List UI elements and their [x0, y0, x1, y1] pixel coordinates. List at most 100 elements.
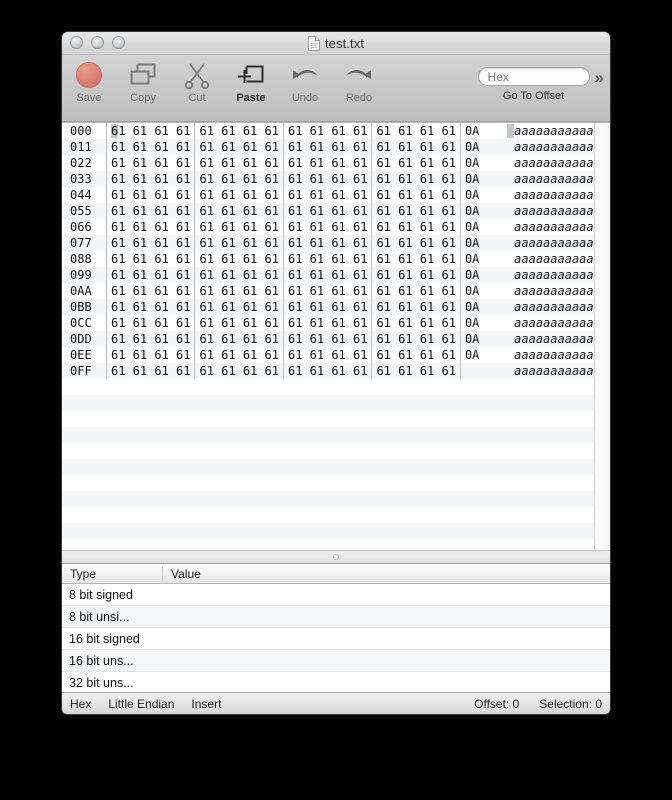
hex-row-tail-byte[interactable]: 0A — [459, 187, 489, 203]
hex-row-ascii[interactable]: aaaaaaaaaaaaaaaa. — [489, 299, 594, 315]
hex-byte-group[interactable]: 61 61 61 61 — [194, 155, 282, 171]
hex-byte-group[interactable]: 61 61 61 61 — [371, 203, 459, 219]
hex-byte-group[interactable]: 61 61 61 61 — [371, 347, 459, 363]
hex-byte-group[interactable]: 61 61 61 61 — [371, 251, 459, 267]
minimize-button[interactable] — [91, 36, 104, 49]
hex-row[interactable]: 0DD 61 61 61 61 61 61 61 61 61 61 61 61 61 6… — [62, 331, 594, 347]
hex-row-ascii[interactable]: aaaaaaaaaaaaaaaa — [489, 363, 594, 379]
hex-byte-group[interactable]: 61 61 61 61 — [282, 155, 371, 171]
hex-byte-group[interactable]: 61 61 61 61 — [194, 251, 282, 267]
hex-row-tail-byte[interactable]: 0A — [459, 315, 489, 331]
hex-row-ascii[interactable]: aaaaaaaaaaaaaaaa. — [489, 283, 594, 299]
hex-byte-group[interactable]: 61 61 61 61 — [371, 299, 459, 315]
hex-row[interactable]: 011 61 61 61 61 61 61 61 61 61 61 61 61 61 6… — [62, 139, 594, 155]
hex-row-ascii[interactable]: aaaaaaaaaaaaaaaa. — [489, 219, 594, 235]
hex-byte-group[interactable]: 61 61 61 61 — [194, 123, 282, 139]
hex-row-tail-byte[interactable]: 0A — [459, 171, 489, 187]
hex-byte-group[interactable]: 61 61 61 61 — [371, 283, 459, 299]
hex-byte-group[interactable]: 61 61 61 61 — [194, 267, 282, 283]
hex-byte-group[interactable]: 61 61 61 61 — [371, 331, 459, 347]
hex-byte-group[interactable]: 61 61 61 61 — [194, 331, 282, 347]
status-mode[interactable]: Hex — [70, 697, 91, 711]
hex-byte-group[interactable]: 61 61 61 61 — [371, 315, 459, 331]
hex-byte-group[interactable]: 61 61 61 61 — [282, 203, 371, 219]
close-button[interactable] — [70, 36, 83, 49]
hex-row[interactable]: 0AA 61 61 61 61 61 61 61 61 61 61 61 61 61 6… — [62, 283, 594, 299]
hex-byte-group[interactable]: 61 61 61 61 — [106, 171, 194, 187]
inspector-row[interactable]: 16 bit uns... — [62, 650, 610, 672]
hex-byte-group[interactable]: 61 61 61 61 — [371, 235, 459, 251]
pane-splitter[interactable] — [62, 550, 610, 564]
inspector-column-value[interactable]: Value — [163, 567, 610, 581]
hex-byte-group[interactable]: 61 61 61 61 — [371, 123, 459, 139]
inspector-row[interactable]: 8 bit unsi... — [62, 606, 610, 628]
hex-byte-group[interactable]: 61 61 61 61 — [282, 187, 371, 203]
hex-byte-group[interactable]: 61 61 61 61 — [106, 315, 194, 331]
hex-byte-group[interactable]: 61 61 61 61 — [194, 171, 282, 187]
paste-button[interactable]: Paste — [224, 57, 278, 104]
hex-byte-group[interactable]: 61 61 61 61 — [371, 187, 459, 203]
hex-row-tail-byte[interactable]: 0A — [459, 283, 489, 299]
hex-row-tail-byte[interactable]: 0A — [459, 235, 489, 251]
hex-row-tail-byte[interactable]: 0A — [459, 203, 489, 219]
hex-byte-group[interactable]: 61 61 61 61 — [371, 363, 459, 379]
hex-row-tail-byte[interactable]: 0A — [459, 331, 489, 347]
hex-byte-group[interactable]: 61 61 61 61 — [282, 363, 371, 379]
hex-byte-group[interactable]: 61 61 61 61 — [106, 347, 194, 363]
hex-row-tail-byte[interactable]: 0A — [459, 219, 489, 235]
hex-row-ascii[interactable]: aaaaaaaaaaaaaaaa. — [489, 315, 594, 331]
hex-byte-group[interactable]: 61 61 61 61 — [106, 187, 194, 203]
hex-row-ascii[interactable]: aaaaaaaaaaaaaaaa. — [489, 203, 594, 219]
hex-row[interactable]: 0BB 61 61 61 61 61 61 61 61 61 61 61 61 61 6… — [62, 299, 594, 315]
hex-row-ascii[interactable]: aaaaaaaaaaaaaaaa. — [489, 251, 594, 267]
hex-byte-group[interactable]: 61 61 61 61 — [371, 267, 459, 283]
hex-row-ascii[interactable]: aaaaaaaaaaaaaaaa. — [489, 123, 594, 139]
hex-byte-group[interactable]: 61 61 61 61 — [194, 363, 282, 379]
hex-row-ascii[interactable]: aaaaaaaaaaaaaaaa. — [489, 139, 594, 155]
hex-row-tail-byte[interactable]: 0A — [459, 299, 489, 315]
hex-row-ascii[interactable]: aaaaaaaaaaaaaaaa. — [489, 187, 594, 203]
hex-row[interactable]: 044 61 61 61 61 61 61 61 61 61 61 61 61 61 6… — [62, 187, 594, 203]
hex-row[interactable]: 066 61 61 61 61 61 61 61 61 61 61 61 61 61 6… — [62, 219, 594, 235]
hex-row[interactable]: 077 61 61 61 61 61 61 61 61 61 61 61 61 61 6… — [62, 235, 594, 251]
hex-byte-group[interactable]: 61 61 61 61 — [194, 139, 282, 155]
hex-row-tail-byte[interactable]: 0A — [459, 251, 489, 267]
hex-byte-group[interactable]: 61 61 61 61 — [194, 203, 282, 219]
hex-row-ascii[interactable]: aaaaaaaaaaaaaaaa. — [489, 171, 594, 187]
hex-row-tail-byte[interactable]: 0A — [459, 139, 489, 155]
hex-byte-group[interactable]: 61 61 61 61 — [282, 347, 371, 363]
hex-byte-group[interactable]: 61 61 61 61 — [194, 283, 282, 299]
hex-row[interactable]: 0CC 61 61 61 61 61 61 61 61 61 61 61 61 61 6… — [62, 315, 594, 331]
hex-byte-group[interactable]: 61 61 61 61 — [371, 139, 459, 155]
hex-byte-group[interactable]: 61 61 61 61 — [106, 139, 194, 155]
inspector-row[interactable]: 16 bit signed — [62, 628, 610, 650]
zoom-button[interactable] — [112, 36, 125, 49]
hex-byte-group[interactable]: 61 61 61 61 — [282, 251, 371, 267]
hex-byte-group[interactable]: 61 61 61 61 — [106, 363, 194, 379]
hex-byte-group[interactable]: 61 61 61 61 — [282, 331, 371, 347]
hex-row[interactable]: 022 61 61 61 61 61 61 61 61 61 61 61 61 61 6… — [62, 155, 594, 171]
status-endianness[interactable]: Little Endian — [108, 697, 174, 711]
hex-row-ascii[interactable]: aaaaaaaaaaaaaaaa. — [489, 347, 594, 363]
hex-row-tail-byte[interactable]: 0A — [459, 267, 489, 283]
hex-byte-group[interactable]: 61 61 61 61 — [282, 315, 371, 331]
hex-byte-group[interactable]: 61 61 61 61 — [371, 219, 459, 235]
hex-byte-group[interactable]: 61 61 61 61 — [106, 155, 194, 171]
hex-row-ascii[interactable]: aaaaaaaaaaaaaaaa. — [489, 235, 594, 251]
hex-byte-group[interactable]: 61 61 61 61 — [282, 267, 371, 283]
hex-byte-group[interactable]: 61 61 61 61 — [106, 251, 194, 267]
hex-byte-group[interactable]: 61 61 61 61 — [282, 123, 371, 139]
hex-row[interactable]: 0FF 61 61 61 61 61 61 61 61 61 61 61 61 61 6… — [62, 363, 594, 379]
hex-byte-group[interactable]: 61 61 61 61 — [194, 235, 282, 251]
hex-rows-container[interactable]: 000 61 61 61 61 61 61 61 61 61 61 61 61 61 6… — [62, 123, 594, 550]
hex-row[interactable]: 000 61 61 61 61 61 61 61 61 61 61 61 61 61 6… — [62, 123, 594, 139]
inspector-column-type[interactable]: Type — [62, 566, 163, 581]
hex-byte-group[interactable]: 61 61 61 61 — [106, 203, 194, 219]
goto-offset-input[interactable] — [477, 67, 590, 86]
toolbar-overflow-icon[interactable]: » — [595, 69, 604, 86]
hex-byte-group[interactable]: 61 61 61 61 — [282, 299, 371, 315]
redo-button[interactable]: Redo — [332, 57, 386, 104]
hex-byte-group[interactable]: 61 61 61 61 — [194, 315, 282, 331]
hex-row-ascii[interactable]: aaaaaaaaaaaaaaaa. — [489, 331, 594, 347]
hex-byte-group[interactable]: 61 61 61 61 — [282, 219, 371, 235]
